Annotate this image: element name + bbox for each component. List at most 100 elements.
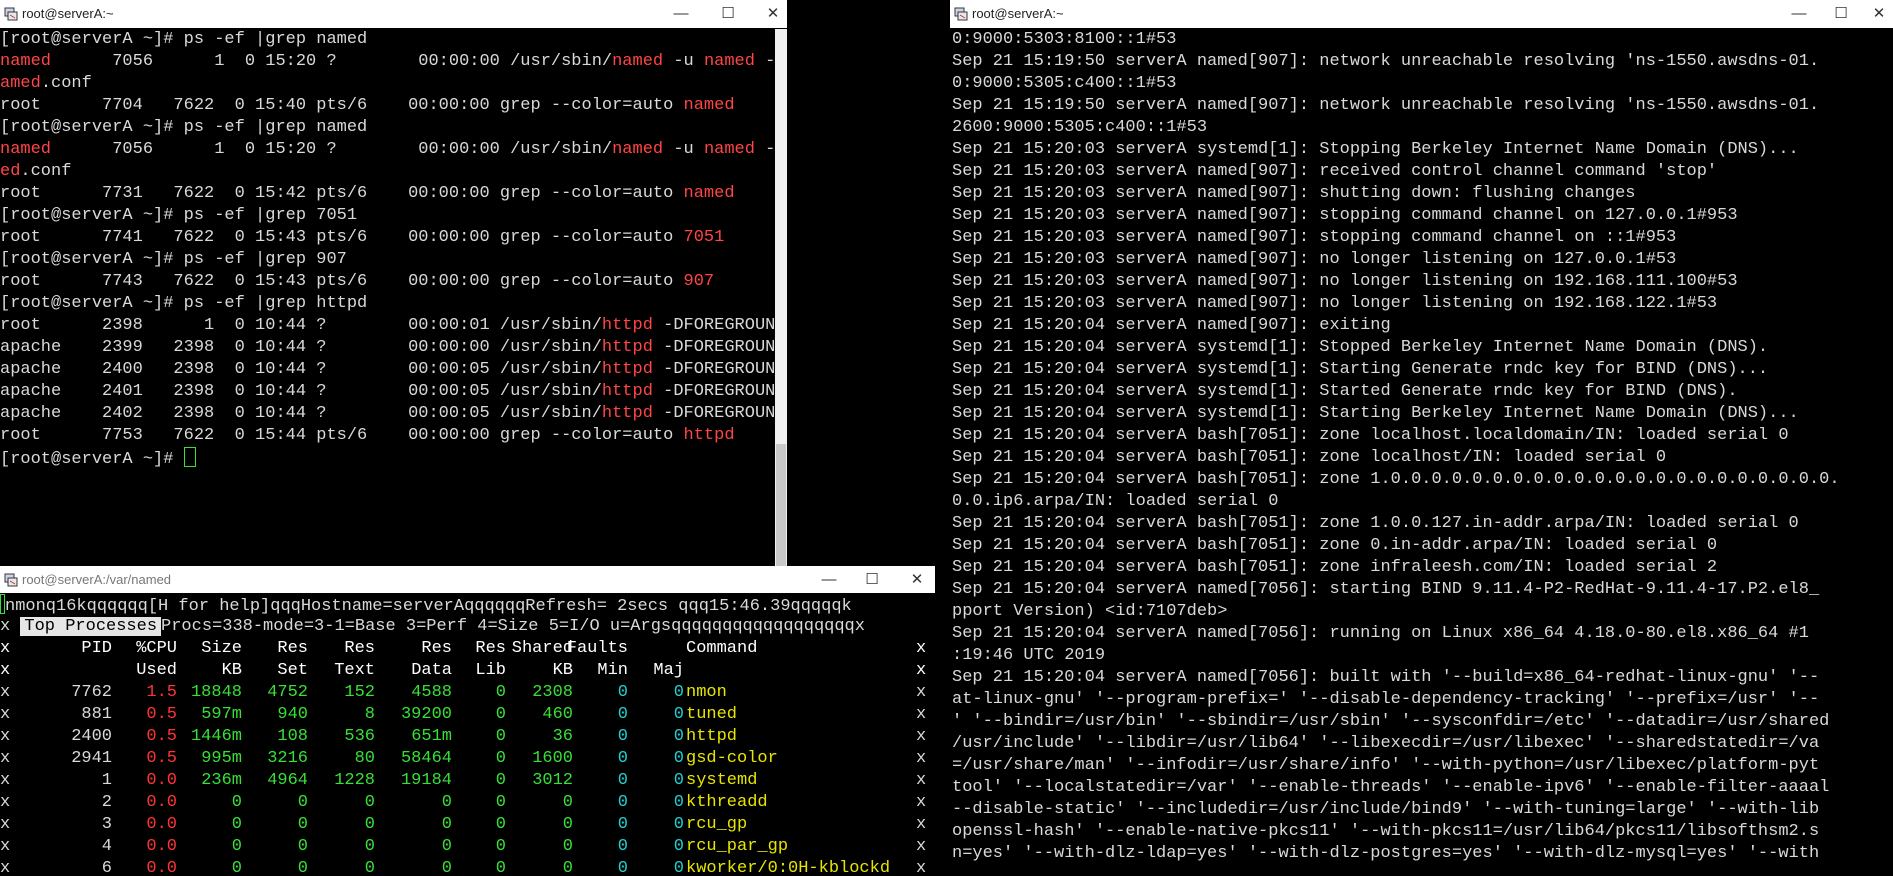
highlight-match: amed	[0, 74, 41, 93]
border-char: x	[916, 859, 927, 876]
cell-set: 3216	[267, 749, 308, 768]
terminal-line: root 7741 7622 0 15:43 pts/6 00:00:00 gr…	[0, 227, 775, 249]
log-line: Sep 21 15:20:03 serverA named[907]: stop…	[952, 206, 1738, 225]
cell-set: 4752	[267, 683, 308, 702]
cell-set: 4964	[267, 771, 308, 790]
log-line: Sep 21 15:20:03 serverA named[907]: shut…	[952, 184, 1636, 203]
vertical-scrollbar[interactable]	[775, 29, 787, 566]
column-headers-units: x Used KB Set Text Data Lib KB Min Maj x	[0, 660, 935, 682]
border-char: x	[0, 727, 11, 746]
cell-min: 0	[617, 683, 628, 702]
terminal-text: apache 2401 2398 0 10:44 ? 00:00:05 /usr…	[0, 382, 602, 401]
terminal-line: root 7743 7622 0 15:43 pts/6 00:00:00 gr…	[0, 271, 775, 293]
terminal-window-right[interactable]: root@serverA:~ — ☐ ✕ 0:9000:5303:8100::1…	[950, 0, 1893, 876]
terminal-window-top-left[interactable]: root@serverA:~ — ☐ ✕ [root@serverA ~]# p…	[0, 0, 787, 566]
cell-size: 1446m	[190, 727, 242, 746]
cell-pid: 4	[101, 837, 112, 856]
maximize-icon[interactable]: ☐	[1830, 3, 1852, 25]
cell-maj: 0	[673, 859, 684, 876]
terminal-text: 7056 1 0 15:20 ? 00:00:00 /usr/sbin/	[51, 52, 613, 71]
border-char: x	[916, 771, 927, 790]
border-char: x	[916, 837, 927, 856]
nmon-output[interactable]: nmonq16kqqqqqq[H for help]qqqHostname=se…	[0, 594, 935, 876]
terminal-text: [root@serverA ~]# ps -ef |grep 907	[0, 250, 347, 269]
scrollbar-thumb[interactable]	[776, 444, 786, 566]
cell-cpu: 0.5	[146, 705, 177, 724]
title-bar[interactable]: root@serverA:~ — ☐ ✕	[950, 0, 1893, 28]
terminal-text: -u	[663, 140, 704, 159]
minimize-icon[interactable]: —	[1788, 3, 1810, 25]
close-icon[interactable]: ✕	[762, 3, 784, 25]
terminal-text: apache 2402 2398 0 10:44 ? 00:00:05 /usr…	[0, 404, 602, 423]
cell-min: 0	[617, 815, 628, 834]
close-icon[interactable]: ✕	[1868, 3, 1890, 25]
process-table: x 7762 1.5 18848 4752 152 4588 0 2308 0 0 nmon x x 881…	[0, 682, 935, 876]
cell-shared: 0	[562, 815, 573, 834]
cell-command: rcu_gp	[686, 815, 748, 834]
top-processes-label: Top Processes	[20, 617, 162, 636]
highlight-match: 907	[683, 272, 715, 291]
cell-cpu: 0.0	[146, 815, 177, 834]
cell-maj: 0	[673, 749, 684, 768]
cell-command: systemd	[686, 771, 758, 790]
terminal-output[interactable]: 0:9000:5303:8100::1#53 Sep 21 15:19:50 se…	[952, 29, 1893, 876]
table-row: x 7762 1.5 18848 4752 152 4588 0 2308 0 0 nmon x	[0, 682, 935, 704]
border-char: x	[0, 859, 11, 876]
log-line: Sep 21 15:19:50 serverA named[907]: netw…	[952, 96, 1820, 115]
highlight-match: httpd	[601, 360, 653, 379]
cell-min: 0	[617, 837, 628, 856]
minimize-icon[interactable]: —	[670, 3, 692, 25]
border-char: x	[0, 749, 11, 768]
cell-data: 0	[441, 859, 452, 876]
terminal-line: named 7056 1 0 15:20 ? 00:00:00 /usr/sbi…	[0, 51, 775, 73]
cell-pid: 2400	[71, 727, 112, 746]
column-header: Res	[475, 639, 506, 658]
cell-pid: 6	[101, 859, 112, 876]
log-line: Sep 21 15:20:04 serverA systemd[1]: Star…	[952, 404, 1799, 423]
log-line: /usr/include' '--libdir=/usr/lib64' '--l…	[952, 734, 1820, 753]
table-row: x 6 0.0 0 0 0 0 0 0 0 0 kworker/0:0H-kblockd x	[0, 858, 935, 876]
cell-set: 0	[297, 793, 308, 812]
cell-cpu: 0.0	[146, 859, 177, 876]
terminal-line: root 7731 7622 0 15:42 pts/6 00:00:00 gr…	[0, 183, 775, 205]
highlight-match: ed	[0, 162, 21, 181]
log-line: Sep 21 15:20:04 serverA named[907]: exit…	[952, 316, 1391, 335]
table-row: x 3 0.0 0 0 0 0 0 0 0 0 rcu_gp x	[0, 814, 935, 836]
cell-data: 58464	[400, 749, 452, 768]
cell-shared: 0	[562, 793, 573, 812]
cell-text: 8	[364, 705, 375, 724]
cell-command: nmon	[686, 683, 727, 702]
column-header: %CPU	[136, 639, 177, 658]
column-header: Used	[136, 661, 177, 680]
terminal-text: -DFOREGROUND	[652, 404, 775, 423]
border-char: x	[0, 815, 11, 834]
title-bar[interactable]: root@serverA:~ — ☐ ✕	[0, 0, 787, 28]
terminal-text: -DFOREGROUND	[652, 338, 775, 357]
minimize-icon[interactable]: —	[818, 569, 840, 591]
table-row: x 2400 0.5 1446m 108 536 651m 0 36 0 0 httpd x	[0, 726, 935, 748]
maximize-icon[interactable]: ☐	[717, 3, 739, 25]
terminal-window-nmon[interactable]: root@serverA:/var/named — ☐ ✕ nmonq16kqq…	[0, 566, 935, 876]
column-header: Min	[597, 661, 628, 680]
terminal-text: -DFOREGROUND	[652, 382, 775, 401]
table-row: x 1 0.0 236m 4964 1228 19184 0 3012 0 0 systemd x	[0, 770, 935, 792]
log-line: Sep 21 15:20:04 serverA bash[7051]: zone…	[952, 558, 1718, 577]
cell-text: 152	[344, 683, 375, 702]
log-line: Sep 21 15:20:03 serverA systemd[1]: Stop…	[952, 140, 1799, 159]
border-char: x	[0, 661, 11, 680]
border-char: x	[916, 727, 927, 746]
log-line: :19:46 UTC 2019	[952, 646, 1106, 665]
cell-lib: 0	[495, 837, 506, 856]
cell-command: gsd-color	[686, 749, 778, 768]
cell-text: 0	[364, 837, 375, 856]
cell-data: 651m	[411, 727, 452, 746]
title-bar[interactable]: root@serverA:/var/named — ☐ ✕	[0, 566, 935, 593]
maximize-icon[interactable]: ☐	[861, 569, 883, 591]
highlight-match: httpd	[683, 426, 735, 445]
cell-shared: 36	[552, 727, 573, 746]
terminal-text: [root@serverA ~]# ps -ef |grep named	[0, 118, 368, 137]
cell-data: 19184	[400, 771, 452, 790]
terminal-output[interactable]: [root@serverA ~]# ps -ef |grep named name…	[0, 29, 775, 566]
close-icon[interactable]: ✕	[906, 569, 928, 591]
column-headers: x PID %CPU Size Res Res Res Res Shared Faults Comm…	[0, 638, 935, 660]
